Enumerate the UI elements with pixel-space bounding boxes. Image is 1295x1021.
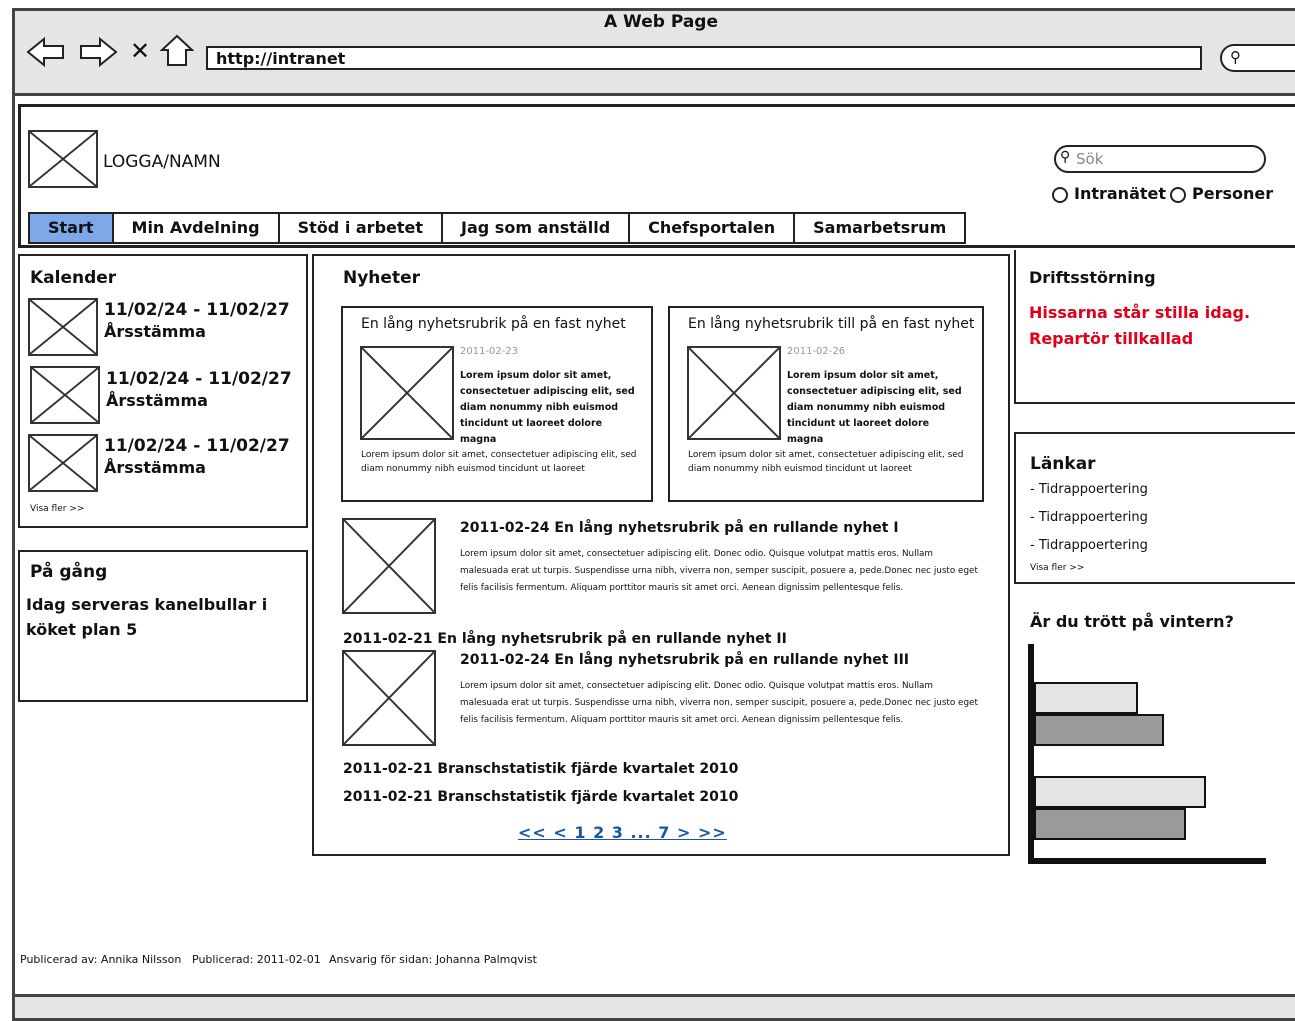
search-scope-persons[interactable]: Personer — [1170, 184, 1273, 203]
calendar-event-date[interactable]: 11/02/24 - 11/02/27 — [104, 436, 290, 456]
featured-news-title[interactable]: En lång nyhetsrubrik till på en fast nyh… — [688, 316, 974, 332]
calendar-event-label: Årsstämma — [104, 322, 206, 341]
search-placeholder: Sök — [1076, 150, 1104, 168]
calendar-image — [28, 434, 98, 492]
links-title: Länkar — [1030, 454, 1096, 474]
calendar-event-label: Årsstämma — [106, 391, 208, 410]
browser-status-bar — [12, 994, 1295, 1021]
poll-axis-x — [1028, 858, 1266, 864]
search-icon: ⚲ — [1230, 48, 1241, 66]
tab-stod-i-arbetet[interactable]: Stöd i arbetet — [280, 214, 444, 242]
main-navigation: Start Min Avdelning Stöd i arbetet Jag s… — [28, 212, 967, 244]
window-title: A Web Page — [603, 12, 718, 32]
address-bar[interactable]: http://intranet — [206, 46, 1202, 70]
news-list-item[interactable]: 2011-02-21 Branschstatistik fjärde kvart… — [343, 761, 738, 777]
rolling-news-title[interactable]: 2011-02-24 En lång nyhetsrubrik på en ru… — [460, 520, 899, 536]
featured-news-title[interactable]: En lång nyhetsrubrik på en fast nyhet — [361, 316, 626, 332]
forward-icon[interactable] — [78, 36, 118, 68]
calendar-more-link[interactable]: Visa fler >> — [30, 502, 84, 516]
featured-news-body: Lorem ipsum dolor sit amet, consectetuer… — [361, 450, 637, 474]
logo-label: LOGGA/NAMN — [103, 152, 221, 172]
featured-news-date: 2011-02-26 — [787, 346, 846, 357]
footer-responsible: Ansvarig för sidan: Johanna Palmqvist — [329, 953, 537, 966]
search-scope-intranet[interactable]: Intranätet — [1052, 184, 1166, 203]
rolling-news-body: Lorem ipsum dolor sit amet, consectetuer… — [460, 681, 978, 725]
poll-chart — [1026, 644, 1271, 868]
poll-bar — [1034, 776, 1206, 808]
disruption-title: Driftsstörning — [1029, 268, 1156, 287]
news-title: Nyheter — [343, 268, 420, 288]
logo-image — [28, 130, 98, 188]
radio-icon — [1170, 186, 1186, 203]
poll-bar — [1034, 808, 1186, 840]
links-more-link[interactable]: Visa fler >> — [1030, 561, 1084, 575]
links-item[interactable]: - Tidrappoertering — [1030, 538, 1148, 553]
rolling-news-title[interactable]: 2011-02-24 En lång nyhetsrubrik på en ru… — [460, 652, 909, 668]
featured-news-image — [687, 346, 781, 440]
featured-news-lead: Lorem ipsum dolor sit amet, consectetuer… — [460, 370, 635, 445]
back-icon[interactable] — [26, 36, 66, 68]
poll-title: Är du trött på vintern? — [1030, 612, 1234, 631]
browser-search-button[interactable]: ⚲ — [1220, 44, 1295, 72]
rolling-news-title[interactable]: 2011-02-21 En lång nyhetsrubrik på en ru… — [343, 631, 787, 647]
footer-publisher: Publicerad av: Annika Nilsson — [20, 953, 182, 966]
calendar-event-date[interactable]: 11/02/24 - 11/02/27 — [106, 369, 292, 389]
rolling-news-image — [342, 518, 436, 614]
featured-news-date: 2011-02-23 — [460, 346, 519, 357]
featured-news-body: Lorem ipsum dolor sit amet, consectetuer… — [688, 450, 964, 474]
tab-chefsportalen[interactable]: Chefsportalen — [630, 214, 796, 242]
featured-news-image — [360, 346, 454, 440]
featured-news-lead: Lorem ipsum dolor sit amet, consectetuer… — [787, 370, 962, 445]
links-item[interactable]: - Tidrappoertering — [1030, 482, 1148, 497]
tab-start[interactable]: Start — [30, 214, 114, 242]
rolling-news-body: Lorem ipsum dolor sit amet, consectetuer… — [460, 549, 978, 593]
calendar-title: Kalender — [30, 268, 117, 288]
tab-min-avdelning[interactable]: Min Avdelning — [114, 214, 280, 242]
disruption-text: Hissarna står stilla idag. Repartör till… — [1029, 303, 1251, 348]
on-going-text: Idag serveras kanelbullar i köket plan 5 — [26, 595, 268, 639]
calendar-image — [28, 298, 98, 356]
radio-icon — [1052, 186, 1068, 203]
site-search-input[interactable]: ⚲ Sök — [1054, 145, 1266, 173]
poll-bar — [1034, 714, 1164, 746]
footer-published: Publicerad: 2011-02-01 — [192, 953, 321, 966]
tab-jag-som-anstalld[interactable]: Jag som anställd — [443, 214, 631, 242]
calendar-event-date[interactable]: 11/02/24 - 11/02/27 — [104, 300, 290, 320]
poll-bar — [1034, 682, 1138, 714]
calendar-event-label: Årsstämma — [104, 458, 206, 477]
stop-icon[interactable]: ✕ — [130, 38, 152, 64]
home-icon[interactable] — [159, 34, 195, 68]
tab-samarbetsrum[interactable]: Samarbetsrum — [795, 214, 964, 242]
search-icon: ⚲ — [1060, 149, 1071, 165]
news-pagination[interactable]: << < 1 2 3 ... 7 > >> — [518, 823, 727, 842]
rolling-news-image — [342, 650, 436, 746]
news-list-item[interactable]: 2011-02-21 Branschstatistik fjärde kvart… — [343, 789, 738, 805]
calendar-image — [30, 366, 100, 424]
links-item[interactable]: - Tidrappoertering — [1030, 510, 1148, 525]
on-going-title: På gång — [30, 562, 108, 582]
